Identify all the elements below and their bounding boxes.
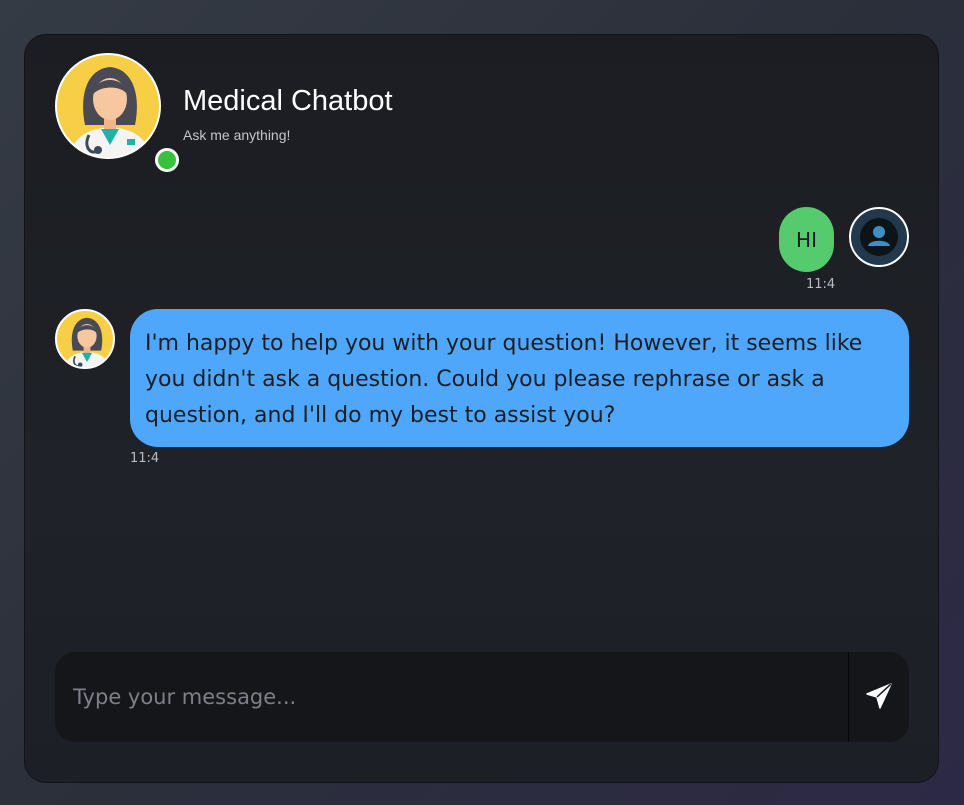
doctor-avatar-icon bbox=[55, 53, 161, 159]
bot-message-timestamp: 11:4 bbox=[130, 451, 160, 466]
page-subtitle: Ask me anything! bbox=[183, 127, 291, 143]
online-status-indicator bbox=[155, 148, 179, 172]
doctor-avatar-icon bbox=[55, 309, 115, 369]
chat-window: Medical Chatbot Ask me anything! HI 11:4… bbox=[24, 34, 939, 783]
bot-message-bubble: I'm happy to help you with your question… bbox=[130, 309, 909, 447]
message-composer bbox=[55, 652, 909, 742]
send-icon bbox=[865, 682, 893, 713]
page-title: Medical Chatbot bbox=[183, 85, 393, 117]
user-message-timestamp: 11:4 bbox=[806, 277, 836, 292]
message-input[interactable] bbox=[55, 652, 849, 742]
user-message-bubble: HI bbox=[779, 207, 834, 272]
send-button[interactable] bbox=[848, 652, 909, 742]
user-icon bbox=[849, 207, 909, 267]
